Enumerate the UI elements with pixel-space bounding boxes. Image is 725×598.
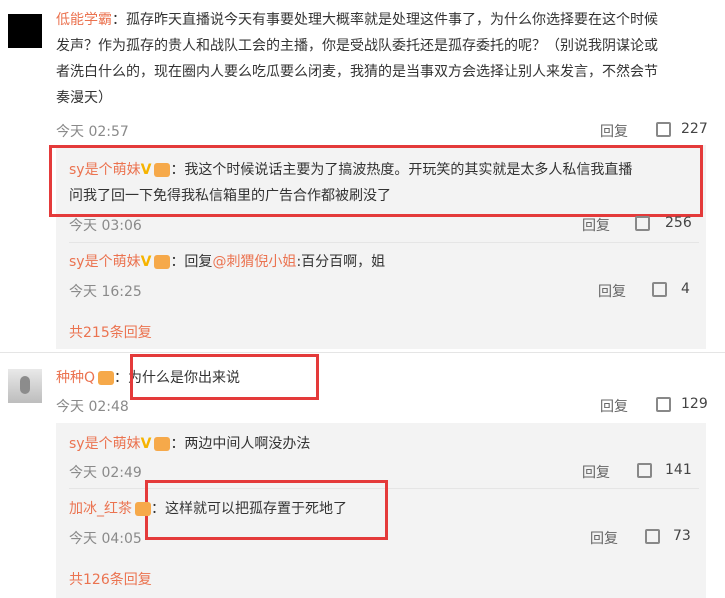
reply-content: ：两边中间人啊没办法 [170, 436, 311, 452]
vip-badge-icon [154, 437, 171, 451]
reply-button[interactable]: 回复 [590, 528, 618, 548]
username-link[interactable]: sy是个萌妹 [69, 436, 141, 452]
timestamp: 今天 02:57 [56, 124, 129, 140]
reply-button[interactable]: 回复 [582, 215, 610, 235]
username-link[interactable]: 加冰_红茶 [69, 501, 132, 517]
verified-icon: V [140, 436, 152, 452]
thumbs-up-icon [652, 282, 667, 297]
timestamp: 今天 02:48 [56, 399, 129, 415]
more-replies-link[interactable]: 共126条回复 [69, 569, 152, 589]
like-count: 73 [673, 528, 691, 544]
like-count: 4 [681, 281, 690, 297]
divider [0, 352, 725, 353]
like-button[interactable] [637, 463, 652, 482]
vip-badge-icon [154, 255, 171, 269]
reply-button[interactable]: 回复 [600, 121, 628, 141]
avatar[interactable] [8, 14, 42, 48]
reply-button[interactable]: 回复 [582, 462, 610, 482]
comment-text: 低能学霸：孤存昨天直播说今天有事要处理大概率就是处理这件事了，为什么你选择要在这… [56, 7, 716, 111]
like-button[interactable] [652, 282, 667, 301]
timestamp: 今天 16:25 [69, 284, 142, 300]
like-count: 256 [665, 215, 692, 231]
like-button[interactable] [635, 216, 650, 235]
username-link[interactable]: sy是个萌妹 [69, 254, 141, 270]
reply-text: sy是个萌妹V ：我这个时候说话主要为了搞波热度。开玩笑的其实就是太多人私信我直播… [69, 157, 699, 209]
highlight-box [130, 354, 319, 400]
verified-icon: V [140, 162, 152, 178]
more-replies-link[interactable]: 共215条回复 [69, 322, 152, 342]
thumbs-up-icon [656, 397, 671, 412]
like-count: 227 [681, 121, 708, 137]
reply-prefix: ：回复 [170, 254, 213, 270]
like-count: 141 [665, 462, 692, 478]
comment-text-line: ：孤存昨天直播说今天有事要处理大概率就是处理这件事了，为什么你选择要在这个时候 [112, 12, 658, 28]
thumbs-up-icon [656, 122, 671, 137]
reply-content: ：这样就可以把孤存置于死地了 [151, 501, 347, 517]
reply-text: sy是个萌妹V ：两边中间人啊没办法 [69, 431, 689, 457]
timestamp: 今天 04:05 [69, 531, 142, 547]
like-button[interactable] [656, 397, 671, 416]
reply-button[interactable]: 回复 [598, 281, 626, 301]
timestamp: 今天 03:06 [69, 218, 142, 234]
comment-text-line: 者洗白什么的，现在圈内人要么吃瓜要么闭麦，我猜的是当事双方会选择让别人来发言，不… [56, 64, 658, 80]
reply-content: :百分百啊，姐 [296, 254, 386, 270]
reply-button[interactable]: 回复 [600, 396, 628, 416]
reply-text: 加冰_红茶 ：这样就可以把孤存置于死地了 [69, 496, 689, 522]
like-button[interactable] [645, 529, 660, 548]
username-link[interactable]: 种种Q [56, 370, 95, 386]
timestamp: 今天 02:49 [69, 465, 142, 481]
like-button[interactable] [656, 122, 671, 141]
reply-text-line: ：我这个时候说话主要为了搞波热度。开玩笑的其实就是太多人私信我直播 [170, 162, 633, 178]
avatar[interactable] [8, 369, 42, 403]
mention-link[interactable]: @刺猬倪小姐 [212, 254, 296, 270]
vip-badge-icon [154, 163, 171, 177]
thumbs-up-icon [645, 529, 660, 544]
like-count: 129 [681, 396, 708, 412]
username-link[interactable]: 低能学霸 [56, 12, 112, 28]
vip-badge-icon [98, 371, 115, 385]
vip-badge-icon [135, 502, 151, 516]
comment-text-line: 发声？作为孤存的贵人和战队工会的主播，你是受战队委托还是孤存委托的呢？（别说我阴… [56, 38, 658, 54]
reply-text: sy是个萌妹V ：回复@刺猬倪小姐:百分百啊，姐 [69, 249, 699, 275]
reply-text-line: 问我了回一下免得我私信箱里的广告合作都被刷没了 [69, 188, 391, 204]
username-link[interactable]: sy是个萌妹 [69, 162, 141, 178]
thumbs-up-icon [637, 463, 652, 478]
thumbs-up-icon [635, 216, 650, 231]
divider [69, 242, 699, 243]
comment-text-line: 奏漫天） [56, 90, 112, 106]
verified-icon: V [140, 254, 152, 270]
